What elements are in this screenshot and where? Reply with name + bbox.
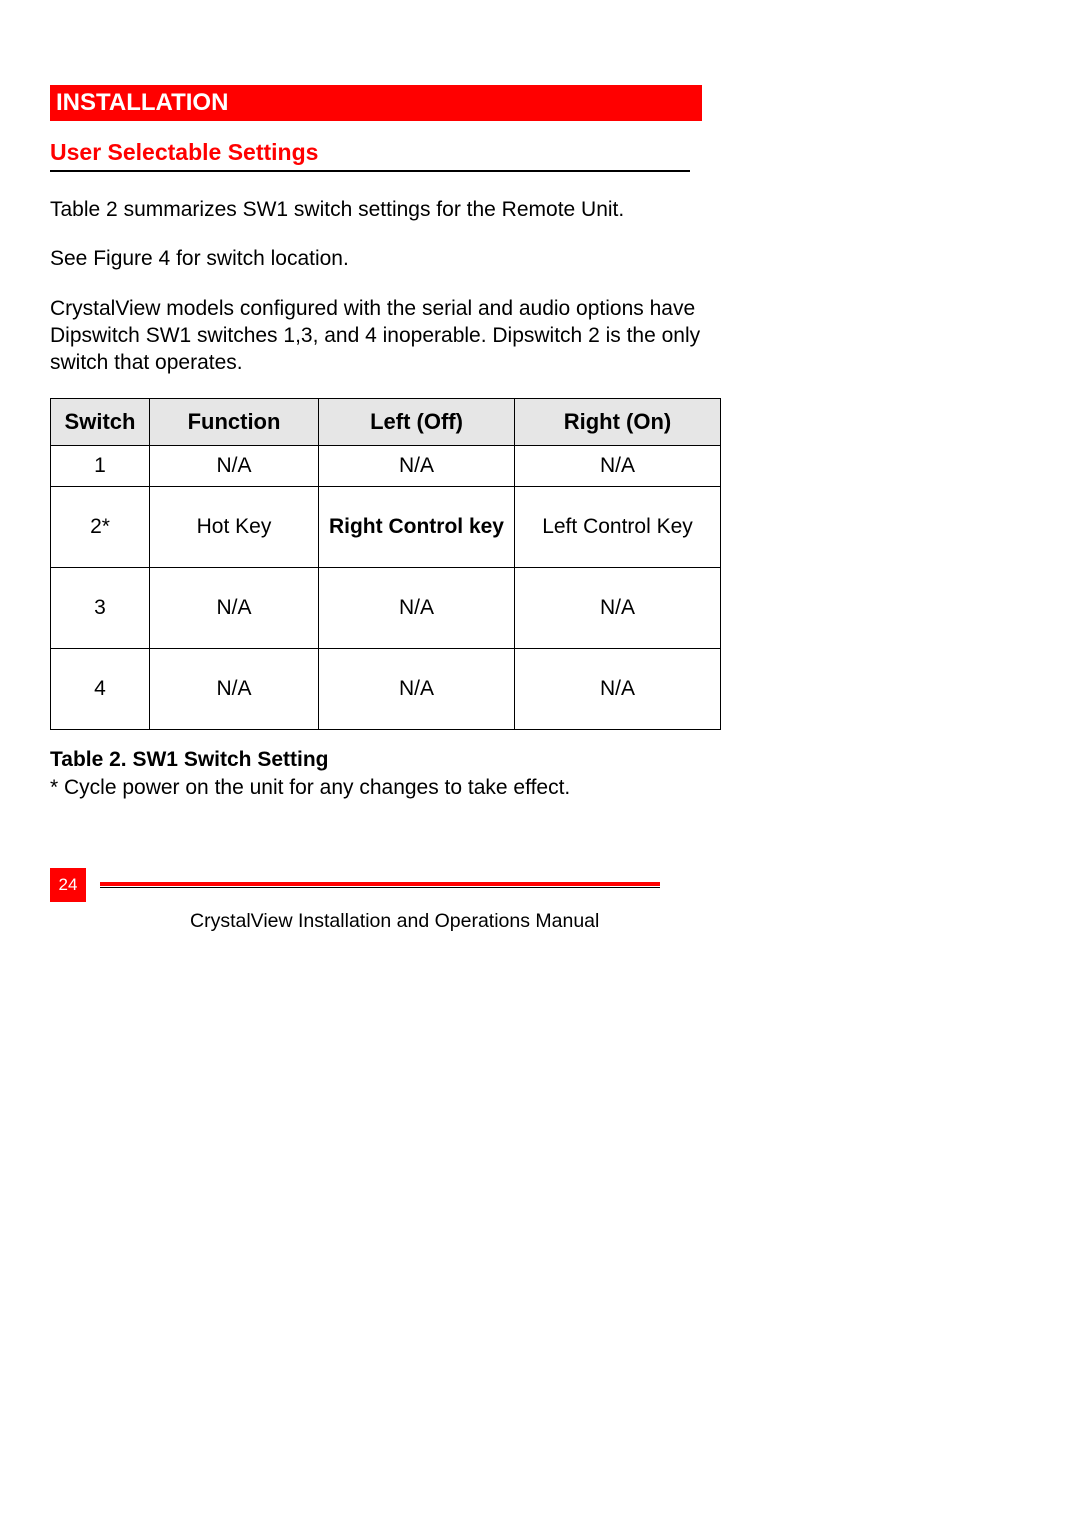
- table-row: 4N/AN/AN/A: [51, 649, 721, 730]
- table-cell: N/A: [150, 446, 319, 487]
- table-cell: N/A: [515, 568, 721, 649]
- th-switch: Switch: [51, 399, 150, 446]
- text: Table 2: [50, 198, 124, 221]
- text: for switch location.: [176, 247, 349, 270]
- table-row: 2*Hot KeyRight Control keyLeft Control K…: [51, 487, 721, 568]
- page-footer: 24 CrystalView Installation and Operatio…: [50, 868, 730, 933]
- table-cell: N/A: [150, 568, 319, 649]
- page-number: 24: [50, 868, 86, 902]
- page: INSTALLATION User Selectable Settings Ta…: [0, 0, 1080, 1528]
- th-right: Right (On): [515, 399, 721, 446]
- table-caption: Table 2. SW1 Switch Setting: [50, 748, 1030, 772]
- switch-table: Switch Function Left (Off) Right (On) 1N…: [50, 398, 721, 730]
- table-row: 1N/AN/AN/A: [51, 446, 721, 487]
- table-cell: N/A: [150, 649, 319, 730]
- table-cell: 3: [51, 568, 150, 649]
- table-cell: 2*: [51, 487, 150, 568]
- footer-title: CrystalView Installation and Operations …: [190, 910, 730, 933]
- paragraph-1: Table 2 summarizes SW1 switch settings f…: [50, 196, 730, 223]
- table-cell: N/A: [515, 446, 721, 487]
- table-cell: Hot Key: [150, 487, 319, 568]
- table-cell: Right Control key: [319, 487, 515, 568]
- th-function: Function: [150, 399, 319, 446]
- table-cell: 1: [51, 446, 150, 487]
- table-cell: N/A: [515, 649, 721, 730]
- table-cell: N/A: [319, 568, 515, 649]
- text: Figure 4: [93, 247, 176, 270]
- table-row: 3N/AN/AN/A: [51, 568, 721, 649]
- text: See: [50, 247, 93, 270]
- paragraph-3: CrystalView models configured with the s…: [50, 295, 730, 377]
- table-cell: Left Control Key: [515, 487, 721, 568]
- paragraph-2: See Figure 4 for switch location.: [50, 245, 730, 272]
- table-footnote: * Cycle power on the unit for any change…: [50, 776, 730, 800]
- subheading: User Selectable Settings: [50, 139, 690, 172]
- section-banner: INSTALLATION: [50, 85, 702, 121]
- th-left: Left (Off): [319, 399, 515, 446]
- table-cell: N/A: [319, 446, 515, 487]
- table-header-row: Switch Function Left (Off) Right (On): [51, 399, 721, 446]
- text: summarizes SW1 switch settings for the R…: [124, 198, 625, 221]
- table-cell: N/A: [319, 649, 515, 730]
- table-cell: 4: [51, 649, 150, 730]
- footer-rule: [100, 882, 660, 888]
